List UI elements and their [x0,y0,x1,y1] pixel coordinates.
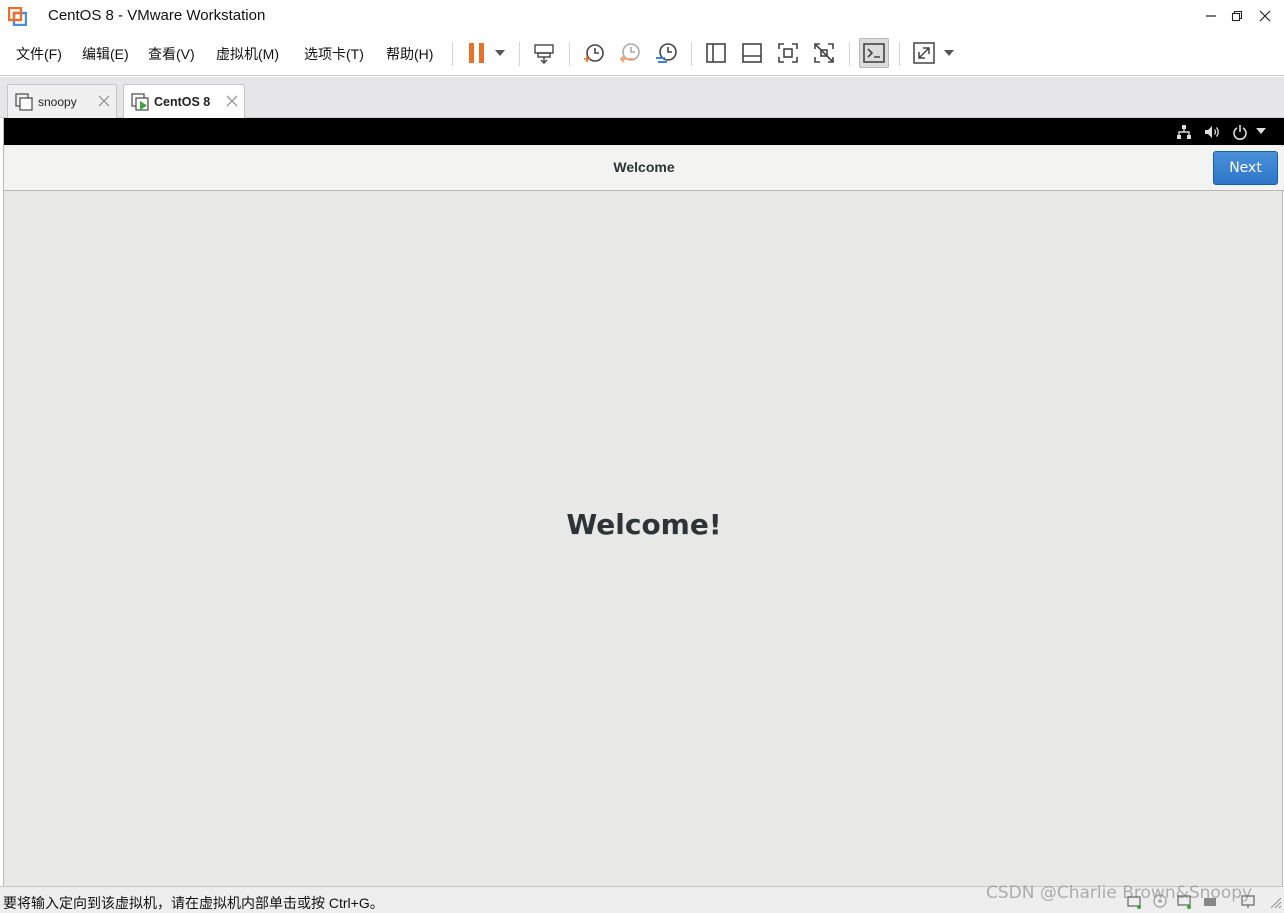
take-snapshot-button[interactable] [579,38,609,68]
network-icon[interactable] [1176,124,1192,140]
toolbar-separator [899,42,900,66]
chevron-down-icon [944,50,954,56]
send-ctrl-alt-del-button[interactable] [529,38,559,68]
stretch-icon [913,42,935,64]
unity-disabled-icon [814,43,834,63]
vmware-window: CentOS 8 - VMware Workstation 文件(F) 编辑(E… [0,0,1284,913]
restore-icon [1231,10,1243,22]
terminal-icon [863,43,885,63]
close-icon [1259,10,1271,22]
menu-vm[interactable]: 虚拟机(M) [216,44,279,64]
menu-file[interactable]: 文件(F) [16,44,62,64]
sound-card-icon[interactable] [1202,893,1218,909]
snapshot-manager-icon [656,43,677,63]
next-button[interactable]: Next [1213,151,1278,185]
close-window-button[interactable] [1250,4,1280,28]
show-thumbnail-bar-button[interactable] [737,38,767,68]
snapshot-clock-icon [584,44,604,62]
toolbar-separator [691,42,692,66]
revert-snapshot-button[interactable] [615,38,645,68]
pause-button[interactable] [462,38,492,68]
tab-centos-8[interactable]: CentOS 8 [123,84,245,118]
welcome-heading: Welcome! [566,508,722,541]
snapshot-manager-button[interactable] [651,38,681,68]
vm-running-icon [131,93,149,111]
sidebar-panel-icon [706,43,726,63]
stretch-guest-button[interactable] [909,38,939,68]
toolbar-separator [519,42,520,66]
page-title: Welcome [613,159,675,175]
gnome-top-bar [4,118,1284,145]
close-icon[interactable] [225,94,239,108]
pause-icon [469,43,484,63]
menu-edit[interactable]: 编辑(E) [82,44,129,64]
vm-console[interactable]: Welcome Next Welcome! [3,118,1284,886]
show-library-button[interactable] [701,38,731,68]
console-view-button[interactable] [859,38,889,68]
vm-tab-strip: snoopy CentOS 8 [0,77,1284,118]
toolbar-separator [569,42,570,66]
chevron-down-icon [495,50,505,56]
vm-icon [15,93,33,111]
revert-clock-icon [619,43,640,63]
status-message: 要将输入定向到该虚拟机，请在虚拟机内部单击或按 Ctrl+G。 [3,895,384,911]
tab-label: CentOS 8 [154,95,211,109]
minimize-icon [1206,15,1216,17]
close-icon[interactable] [97,94,111,108]
installer-header-bar: Welcome Next [4,145,1284,191]
menu-help[interactable]: 帮助(H) [386,44,433,64]
cd-drive-icon[interactable] [1152,893,1168,909]
vmware-logo-icon [8,7,27,26]
resize-grip-icon[interactable] [1266,893,1282,909]
unity-mode-button[interactable] [809,38,839,68]
tab-label: snoopy [38,95,77,109]
keyboard-send-icon [534,44,554,64]
display-icon[interactable] [1240,893,1256,909]
window-title: CentOS 8 - VMware Workstation [48,7,266,24]
network-adapter-icon[interactable] [1176,893,1192,909]
bottom-panel-icon [742,43,762,63]
title-bar: CentOS 8 - VMware Workstation [0,0,1284,32]
menu-toolbar: 文件(F) 编辑(E) 查看(V) 虚拟机(M) 选项卡(T) 帮助(H) [0,32,1284,76]
toolbar-separator [849,42,850,66]
chevron-down-icon[interactable] [1256,128,1266,134]
stretch-dropdown-button[interactable] [939,38,959,68]
fullscreen-icon [778,43,798,63]
menu-view[interactable]: 查看(V) [148,44,195,64]
power-dropdown-button[interactable] [490,38,510,68]
toolbar-separator [452,42,453,66]
menu-tabs[interactable]: 选项卡(T) [304,44,364,64]
volume-icon[interactable] [1204,124,1220,140]
full-screen-button[interactable] [773,38,803,68]
power-icon[interactable] [1232,124,1248,140]
tab-snoopy[interactable]: snoopy [7,84,117,118]
hard-disk-icon[interactable] [1126,893,1142,909]
restore-button[interactable] [1222,4,1252,28]
